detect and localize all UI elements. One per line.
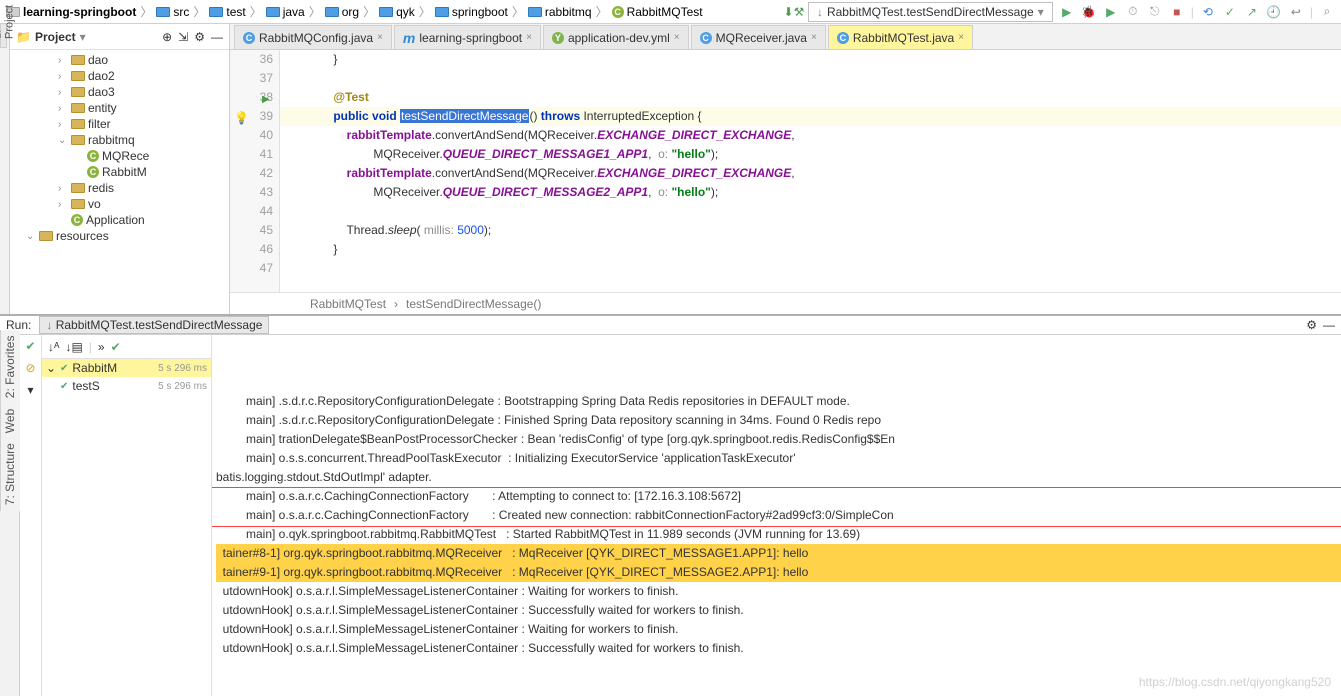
run-panel: Run: ↓ RabbitMQTest.testSendDirectMessag… (0, 314, 1341, 631)
run-tab-name[interactable]: ↓ RabbitMQTest.testSendDirectMessage (39, 316, 269, 334)
attach-icon[interactable]: ⎋ (1147, 4, 1163, 20)
web-toolwindow[interactable]: Web (3, 409, 18, 433)
editor-tab[interactable]: CMQReceiver.java× (691, 25, 826, 49)
close-icon[interactable]: × (674, 32, 680, 43)
gutter[interactable]: 363738▶💡394041424344454647 (230, 50, 280, 292)
test-item[interactable]: ⌄✔RabbitM5 s 296 ms (42, 359, 211, 377)
test-tree[interactable]: ↓ᴬ ↓▤ | » ✔ Tests passed: 1 of 1 test – … (42, 335, 212, 696)
tree-item[interactable]: ›vo (10, 196, 229, 212)
code-editor[interactable]: } @Test public void testSendDirectMessag… (280, 50, 1341, 292)
run-icon[interactable]: ▶ (1059, 4, 1075, 20)
run-settings-icon[interactable]: ⚙ (1306, 318, 1317, 332)
project-toolwindow-tab[interactable]: 1: Project (0, 24, 7, 48)
editor-tab[interactable]: mlearning-springboot× (394, 25, 541, 49)
vcs-push-icon[interactable]: ↗ (1244, 4, 1260, 20)
tree-item[interactable]: ›dao2 (10, 68, 229, 84)
code-breadcrumb[interactable]: RabbitMQTest›testSendDirectMessage() (230, 292, 1341, 314)
tree-item[interactable]: CMQRece (10, 148, 229, 164)
breadcrumb-item[interactable]: springboot (435, 5, 508, 19)
breadcrumb-bar: learning-springboot〉src〉test〉java〉org〉qy… (0, 0, 1341, 24)
tree-item[interactable]: ›entity (10, 100, 229, 116)
vcs-revert-icon[interactable]: ↩ (1288, 4, 1304, 20)
editor-tabs: CRabbitMQConfig.java×mlearning-springboo… (230, 24, 1341, 50)
tree-item[interactable]: ⌄resources (10, 228, 229, 244)
favorites-toolwindow[interactable]: 2: Favorites (3, 336, 18, 399)
close-icon[interactable]: × (958, 32, 964, 43)
breadcrumb-item[interactable]: src (156, 5, 189, 19)
search-icon[interactable]: ⌕ (1319, 4, 1335, 20)
settings-icon[interactable]: ⚙ (194, 30, 205, 44)
project-title-text: Project (35, 30, 76, 44)
close-icon[interactable]: × (377, 32, 383, 43)
console-output[interactable]: main] .s.d.r.c.RepositoryConfigurationDe… (212, 335, 1341, 696)
breadcrumb-item[interactable]: org (325, 5, 359, 19)
project-panel: 📁 Project ▾ ⊕ ⇲ ⚙ — ›dao›dao2›dao3›entit… (10, 24, 230, 314)
run-config-select[interactable]: ↓ RabbitMQTest.testSendDirectMessage ▾ (808, 2, 1053, 22)
breadcrumb-item[interactable]: qyk (379, 5, 415, 19)
breadcrumb-item[interactable]: test (209, 5, 245, 19)
left-toolwindows: 1: Project (0, 24, 10, 314)
tree-item[interactable]: ›redis (10, 180, 229, 196)
expand-icon[interactable]: ▾ (27, 383, 33, 397)
editor-tab[interactable]: CRabbitMQConfig.java× (234, 25, 392, 49)
filter-icon[interactable]: ↓▤ (65, 340, 82, 354)
editor-tab[interactable]: CRabbitMQTest.java× (828, 25, 973, 49)
build-icon[interactable]: ⬇⚒ (786, 4, 802, 20)
breadcrumb-item[interactable]: rabbitmq (528, 5, 592, 19)
breadcrumb-item[interactable]: CRabbitMQTest (612, 5, 703, 19)
breadcrumb-item[interactable]: learning-springboot (6, 5, 136, 19)
sort-icon[interactable]: ↓ᴬ (48, 340, 59, 354)
coverage-icon[interactable]: ▶ (1103, 4, 1119, 20)
profile-icon[interactable]: ⏱ (1125, 4, 1141, 20)
tree-item[interactable]: ⌄rabbitmq (10, 132, 229, 148)
vcs-update-icon[interactable]: ⟲ (1200, 4, 1216, 20)
tree-item[interactable]: CRabbitM (10, 164, 229, 180)
vcs-history-icon[interactable]: 🕘 (1266, 4, 1282, 20)
collapse-icon[interactable]: ⇲ (178, 30, 188, 44)
structure-toolwindow[interactable]: 7: Structure (3, 443, 18, 505)
run-hide-icon[interactable]: — (1323, 318, 1335, 332)
select-opened-icon[interactable]: ⊕ (162, 30, 172, 44)
close-icon[interactable]: × (526, 32, 532, 43)
project-title: 📁 (16, 30, 31, 44)
tree-item[interactable]: ›filter (10, 116, 229, 132)
editor-tab[interactable]: Yapplication-dev.yml× (543, 25, 689, 49)
stop-icon[interactable]: ■ (1169, 4, 1185, 20)
hide-icon[interactable]: — (211, 30, 223, 44)
tree-item[interactable]: ›dao (10, 52, 229, 68)
vcs-commit-icon[interactable]: ✓ (1222, 4, 1238, 20)
debug-icon[interactable]: 🐞 (1081, 4, 1097, 20)
tree-item[interactable]: ›dao3 (10, 84, 229, 100)
test-fail-icon[interactable]: ⊘ (25, 361, 35, 375)
test-ok-icon[interactable]: ✔ (25, 339, 35, 353)
breadcrumb-item[interactable]: java (266, 5, 305, 19)
test-item[interactable]: ✔testS5 s 296 ms (42, 377, 211, 395)
watermark: https://blog.csdn.net/qiyongkang520 (1139, 673, 1331, 692)
tree-item[interactable]: CApplication (10, 212, 229, 228)
project-tree[interactable]: ›dao›dao2›dao3›entity›filter⌄rabbitmqCMQ… (10, 50, 229, 314)
close-icon[interactable]: × (811, 32, 817, 43)
expand-all-icon[interactable]: » (98, 340, 105, 354)
